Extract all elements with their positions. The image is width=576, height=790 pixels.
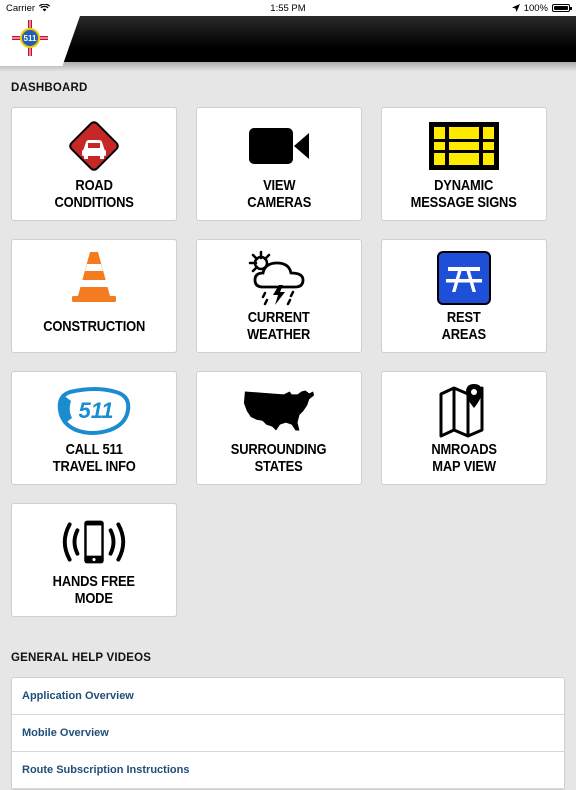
tile-label: REST AREAS bbox=[441, 309, 487, 343]
video-camera-icon bbox=[241, 118, 317, 174]
dashboard-grid: ROAD CONDITIONS VIEW CAMERAS DYNAMIC MES… bbox=[11, 107, 547, 617]
tile-label: DYNAMIC MESSAGE SIGNS bbox=[410, 177, 517, 211]
weather-storm-icon bbox=[241, 250, 317, 306]
tile-label: NMROADS MAP VIEW bbox=[431, 441, 497, 475]
tile-rest-areas[interactable]: REST AREAS bbox=[381, 239, 547, 353]
svg-text:511: 511 bbox=[78, 398, 113, 423]
help-videos-list: Application Overview Mobile Overview Rou… bbox=[11, 677, 565, 790]
nm-511-logo-icon[interactable]: 511 bbox=[12, 20, 48, 56]
map-pin-icon bbox=[426, 382, 502, 438]
tile-label: CONSTRUCTION bbox=[43, 318, 145, 335]
usa-map-icon bbox=[241, 382, 317, 438]
road-conditions-icon bbox=[56, 118, 132, 174]
tile-current-weather[interactable]: CURRENT WEATHER bbox=[196, 239, 362, 353]
tile-dynamic-message-signs[interactable]: DYNAMIC MESSAGE SIGNS bbox=[381, 107, 547, 221]
help-video-link-route-subscription[interactable]: Route Subscription Instructions bbox=[12, 752, 564, 789]
dashboard-title: DASHBOARD bbox=[11, 82, 88, 94]
battery-fill bbox=[554, 6, 568, 10]
wifi-icon bbox=[39, 4, 51, 12]
status-bar: Carrier 1:55 PM 100% bbox=[0, 0, 576, 16]
tile-nmroads-map-view[interactable]: NMROADS MAP VIEW bbox=[381, 371, 547, 485]
tile-label: CURRENT WEATHER bbox=[247, 309, 311, 343]
clock: 1:55 PM bbox=[270, 2, 306, 14]
tile-hands-free-mode[interactable]: HANDS FREE MODE bbox=[11, 503, 177, 617]
carrier-label: Carrier bbox=[6, 2, 36, 14]
tile-construction[interactable]: CONSTRUCTION bbox=[11, 239, 177, 353]
battery-percent: 100% bbox=[523, 2, 548, 14]
tile-label: ROAD CONDITIONS bbox=[54, 177, 134, 211]
svg-text:511: 511 bbox=[24, 34, 37, 43]
help-videos-title: GENERAL HELP VIDEOS bbox=[11, 652, 152, 664]
tile-surrounding-states[interactable]: SURROUNDING STATES bbox=[196, 371, 362, 485]
status-left: Carrier bbox=[6, 2, 51, 14]
traffic-cone-icon bbox=[56, 250, 132, 306]
help-video-link-application-overview[interactable]: Application Overview bbox=[12, 678, 564, 715]
tile-view-cameras[interactable]: VIEW CAMERAS bbox=[196, 107, 362, 221]
help-video-link-mobile-overview[interactable]: Mobile Overview bbox=[12, 715, 564, 752]
tile-call-511[interactable]: 511 CALL 511 TRAVEL INFO bbox=[11, 371, 177, 485]
location-arrow-icon bbox=[511, 4, 520, 12]
app-header bbox=[0, 16, 576, 62]
hands-free-phone-icon bbox=[56, 514, 132, 570]
header-shadow bbox=[0, 62, 576, 72]
picnic-table-icon bbox=[426, 250, 502, 306]
tile-label: HANDS FREE MODE bbox=[52, 573, 136, 607]
tile-label: SURROUNDING STATES bbox=[231, 441, 327, 475]
tile-road-conditions[interactable]: ROAD CONDITIONS bbox=[11, 107, 177, 221]
tile-label: VIEW CAMERAS bbox=[246, 177, 312, 211]
tile-label: CALL 511 TRAVEL INFO bbox=[52, 441, 136, 475]
phone-511-icon: 511 bbox=[56, 382, 132, 438]
battery-icon bbox=[552, 4, 572, 12]
message-sign-icon bbox=[426, 118, 502, 174]
status-right: 100% bbox=[511, 2, 572, 14]
